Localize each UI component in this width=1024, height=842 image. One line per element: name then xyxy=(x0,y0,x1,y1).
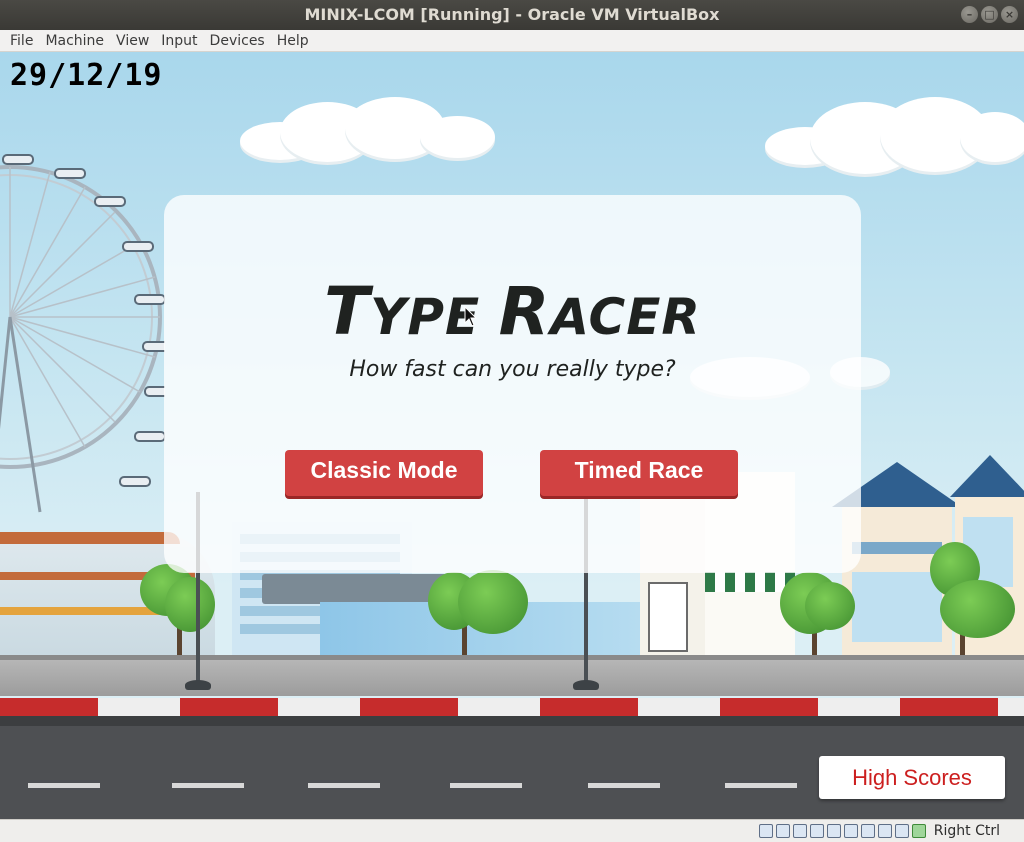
audio-icon[interactable] xyxy=(793,824,807,838)
menu-view[interactable]: View xyxy=(110,33,155,49)
sidewalk xyxy=(0,656,1024,696)
minimize-button[interactable]: – xyxy=(961,6,978,23)
window-titlebar[interactable]: MINIX-LCOM [Running] - Oracle VM Virtual… xyxy=(0,0,1024,30)
network-icon[interactable] xyxy=(810,824,824,838)
sidewalk-edge xyxy=(0,655,1024,660)
maximize-button[interactable]: □ xyxy=(981,6,998,23)
lane-marking xyxy=(588,783,660,788)
menu-machine[interactable]: Machine xyxy=(39,33,110,49)
lane-marking xyxy=(172,783,244,788)
date-display: 29/12/19 xyxy=(10,58,163,93)
display-icon[interactable] xyxy=(861,824,875,838)
game-subtitle: How fast can you really type? xyxy=(349,357,676,382)
timed-race-button[interactable]: Timed Race xyxy=(540,450,738,496)
menu-bar: File Machine View Input Devices Help xyxy=(0,30,1024,52)
hard-disk-icon[interactable] xyxy=(759,824,773,838)
lane-marking xyxy=(308,783,380,788)
title-initial-t: T xyxy=(324,273,371,350)
menu-file[interactable]: File xyxy=(4,33,39,49)
road-shadow xyxy=(0,716,1024,726)
red-white-curb xyxy=(0,698,1024,716)
optical-drive-icon[interactable] xyxy=(776,824,790,838)
usb-icon[interactable] xyxy=(827,824,841,838)
menu-devices[interactable]: Devices xyxy=(204,33,271,49)
window-controls: – □ × xyxy=(961,6,1018,23)
title-initial-r: R xyxy=(498,273,551,350)
classic-mode-button[interactable]: Classic Mode xyxy=(285,450,483,496)
window-title: MINIX-LCOM [Running] - Oracle VM Virtual… xyxy=(304,5,720,24)
lane-marking xyxy=(28,783,100,788)
keyboard-icon[interactable] xyxy=(912,824,926,838)
menu-help[interactable]: Help xyxy=(271,33,315,49)
game-title: TYPE RACER xyxy=(164,273,861,350)
mouse-integration-icon[interactable] xyxy=(895,824,909,838)
mouse-cursor-icon xyxy=(464,306,478,327)
lane-marking xyxy=(450,783,522,788)
shared-folders-icon[interactable] xyxy=(844,824,858,838)
menu-input[interactable]: Input xyxy=(155,33,203,49)
close-button[interactable]: × xyxy=(1001,6,1018,23)
host-key-label: Right Ctrl xyxy=(933,823,1000,839)
high-scores-button[interactable]: High Scores xyxy=(819,756,1005,799)
title-rest-racer: ACER xyxy=(550,288,701,346)
main-menu-panel: TYPE RACER How fast can you really type?… xyxy=(164,195,861,573)
vm-screen[interactable]: 29/12/19 TYPE RACER How fast can you rea… xyxy=(0,52,1024,819)
lane-marking xyxy=(725,783,797,788)
video-capture-icon[interactable] xyxy=(878,824,892,838)
status-icons xyxy=(759,824,926,838)
status-bar: Right Ctrl xyxy=(0,819,1024,842)
ferris-wheel xyxy=(0,154,165,513)
